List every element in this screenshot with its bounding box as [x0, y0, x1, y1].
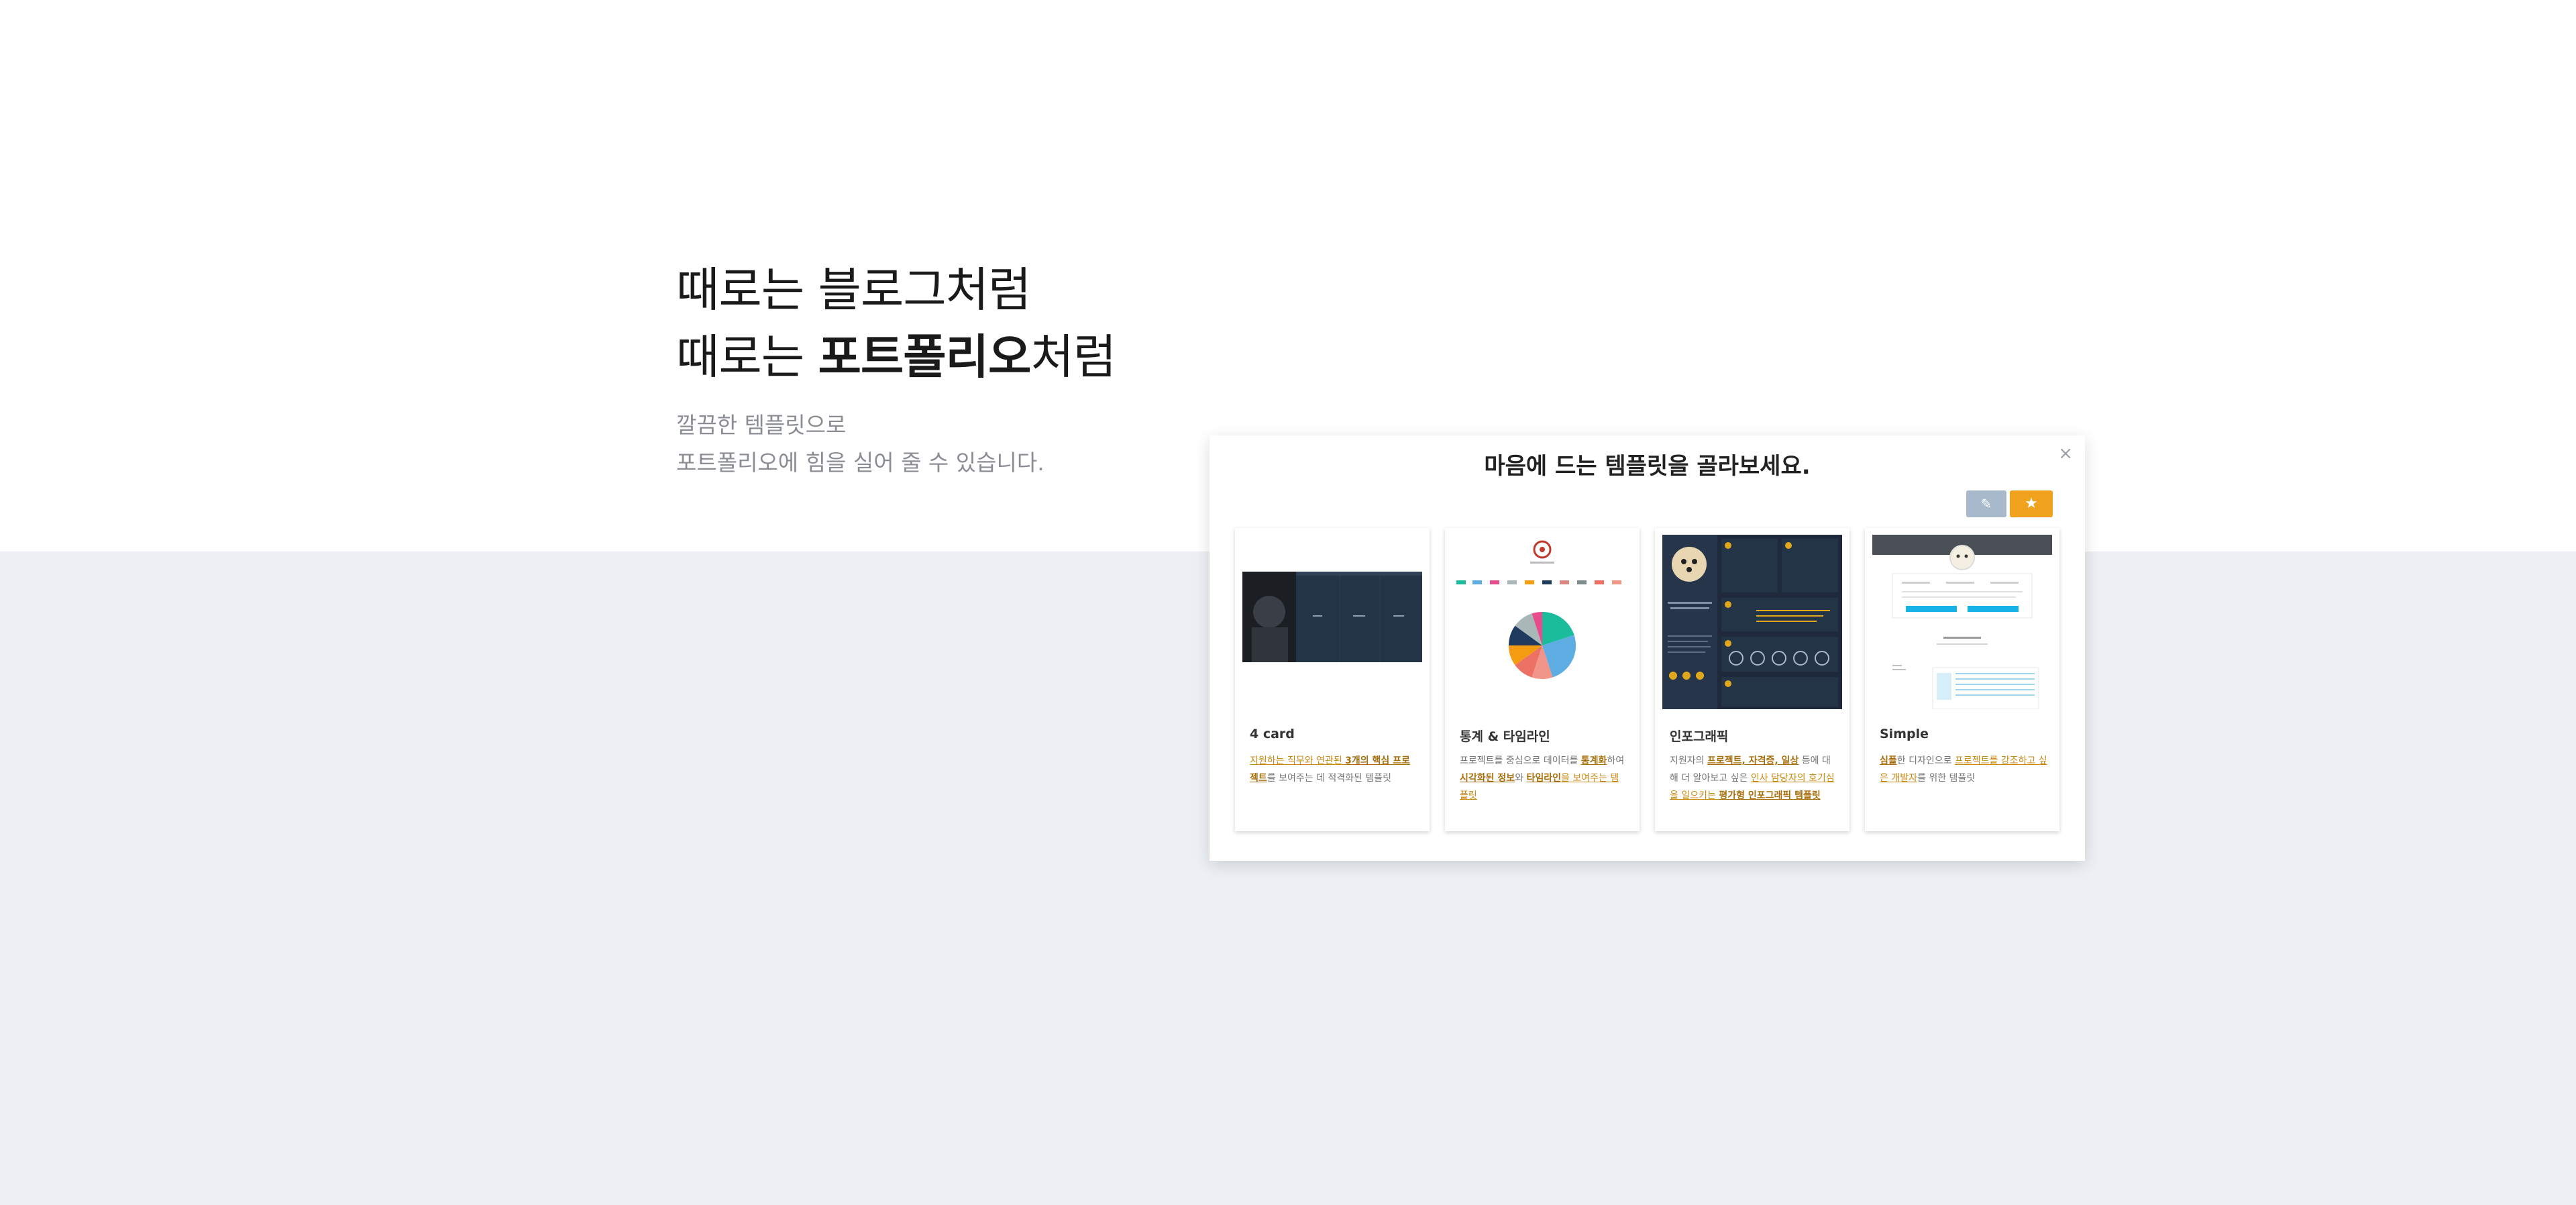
template-preview-infographic [1662, 535, 1842, 709]
template-preview-stats-timeline [1452, 535, 1632, 709]
pencil-icon: ✎ [1980, 496, 1992, 512]
desc-part: 를 보여주는 데 적격화된 템플릿 [1267, 773, 1392, 784]
template-card-simple[interactable]: Simple 심플한 디자인으로 프로젝트를 강조하고 싶은 개발자를 위한 템… [1865, 528, 2059, 831]
desc-part: 평가형 인포그래픽 템플릿 [1719, 790, 1821, 801]
desc-part: 심플 [1880, 755, 1897, 766]
desc-part: 하여 [1607, 755, 1625, 766]
hero-subtitle: 깔끔한 템플릿으로 포트폴리오에 힘을 실어 줄 수 있습니다. [676, 407, 1044, 482]
template-description: 지원자의 프로젝트, 자격증, 일상 등에 대해 더 알아보고 싶은 인사 담당… [1670, 752, 1837, 804]
template-card-4card[interactable]: 4 card 지원하는 직무와 연관된 3개의 핵심 프로젝트를 보여주는 데 … [1235, 528, 1430, 831]
template-description: 프로젝트를 중심으로 데이터를 통계화하여 시각화된 정보와 타임라인을 보여주… [1460, 752, 1627, 804]
template-name: Simple [1880, 727, 1929, 741]
desc-part: 지원자의 [1670, 755, 1707, 766]
desc-part: 지원하는 직무와 연관된 [1250, 755, 1346, 766]
hero-title-line2: 때로는 포트폴리오처럼 [676, 323, 1116, 390]
hero-title-line1: 때로는 블로그처럼 [676, 262, 1031, 317]
hero-title-line2-suffix: 처럼 [1030, 329, 1116, 384]
edit-button[interactable]: ✎ [1966, 490, 2006, 517]
desc-part: 프로젝트, 자격증, 일상 [1707, 755, 1799, 766]
modal-title: 마음에 드는 템플릿을 골라보세요. [1484, 453, 1811, 480]
template-description: 지원하는 직무와 연관된 3개의 핵심 프로젝트를 보여주는 데 적격화된 템플… [1250, 752, 1417, 787]
desc-part: 통계화 [1580, 755, 1607, 766]
hero-title-highlight: 포트폴리오 [818, 329, 1031, 384]
hero-title-line2-prefix: 때로는 [676, 329, 818, 384]
desc-part: 프로젝트를 중심으로 데이터를 [1460, 755, 1581, 766]
close-icon[interactable]: × [2058, 443, 2073, 464]
hero-subtitle-line1: 깔끔한 템플릿으로 [676, 412, 847, 438]
hero-title: 때로는 블로그처럼 때로는 포트폴리오처럼 [676, 256, 1116, 390]
desc-part: 와 [1515, 773, 1527, 784]
template-name: 통계 & 타임라인 [1460, 729, 1550, 744]
favorite-button[interactable]: ★ [2010, 490, 2053, 517]
star-icon: ★ [2025, 495, 2038, 512]
template-name: 인포그래픽 [1670, 729, 1729, 744]
template-card-stats-timeline[interactable]: 통계 & 타임라인 프로젝트를 중심으로 데이터를 통계화하여 시각화된 정보와… [1445, 528, 1640, 831]
desc-part: 를 위한 템플릿 [1917, 773, 1976, 784]
desc-part: 한 디자인으로 [1896, 755, 1955, 766]
template-description: 심플한 디자인으로 프로젝트를 강조하고 싶은 개발자를 위한 템플릿 [1880, 752, 2047, 787]
template-card-infographic[interactable]: 인포그래픽 지원자의 프로젝트, 자격증, 일상 등에 대해 더 알아보고 싶은… [1655, 528, 1849, 831]
template-preview-simple [1872, 535, 2052, 709]
desc-part: 시각화된 정보 [1460, 773, 1515, 784]
template-name: 4 card [1250, 727, 1295, 741]
template-picker-modal: 마음에 드는 템플릿을 골라보세요. × ✎ ★ 4 card 지원하는 직무와… [1210, 435, 2085, 861]
template-preview-4card [1242, 535, 1422, 709]
hero-subtitle-line2: 포트폴리오에 힘을 실어 줄 수 있습니다. [676, 450, 1044, 476]
desc-part: 타임라인 [1526, 773, 1562, 784]
